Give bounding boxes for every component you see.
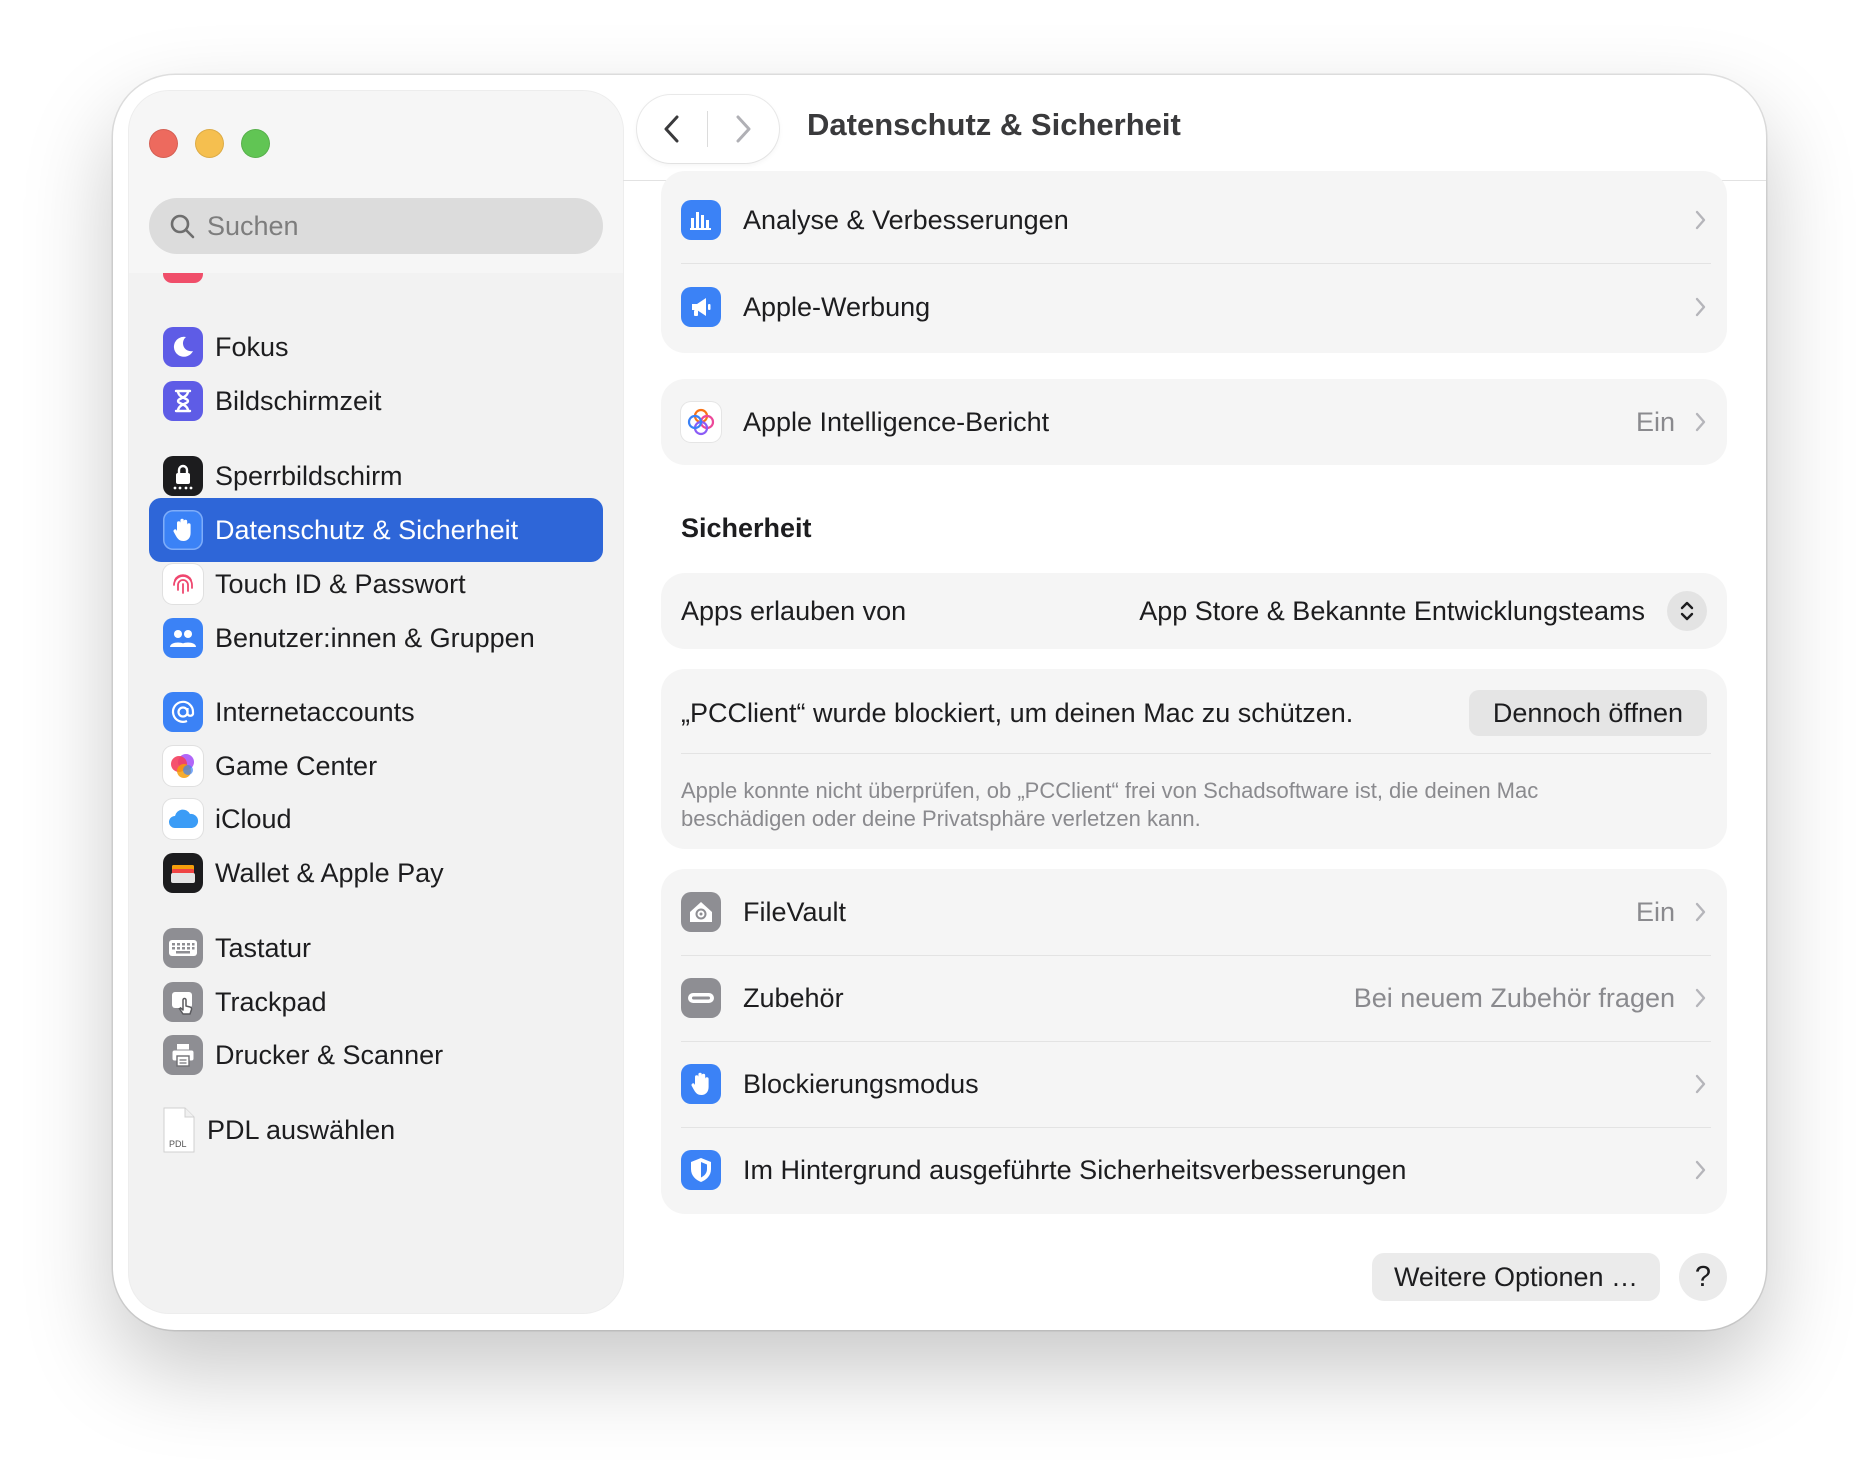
close-button[interactable] <box>149 129 178 158</box>
document-icon: PDL <box>159 1106 199 1154</box>
privacy-card: Analyse & Verbesserungen Apple-Werbung <box>661 171 1727 353</box>
more-options-button[interactable]: Weitere Optionen … <box>1372 1253 1660 1301</box>
chevron-right-icon <box>1695 1074 1706 1094</box>
sidebar-item-wallet[interactable]: Wallet & Apple Pay <box>149 841 603 905</box>
row-intelligence-report[interactable]: Apple Intelligence-Bericht Ein <box>661 379 1727 465</box>
sidebar-item-pdl[interactable]: PDL PDL auswählen <box>149 1098 603 1162</box>
chevron-up-down-icon <box>1680 601 1694 621</box>
moon-icon <box>163 327 203 367</box>
row-label: Apps erlauben von <box>681 595 907 626</box>
chevron-right-icon <box>736 115 751 143</box>
page-title: Datenschutz & Sicherheit <box>807 107 1181 142</box>
sidebar-item-label: Benutzer:innen & Gruppen <box>215 622 535 653</box>
search-field[interactable] <box>149 198 603 254</box>
row-blocked-app: „PCClient“ wurde blockiert, um deinen Ma… <box>661 671 1727 755</box>
row-apple-ads[interactable]: Apple-Werbung <box>661 264 1727 350</box>
row-value: Ein <box>1635 406 1675 437</box>
apps-allowed-value[interactable]: App Store & Bekannte Entwicklungsteams <box>1139 596 1645 627</box>
chevron-right-icon <box>1695 1160 1706 1180</box>
row-background-security[interactable]: Im Hintergrund ausgeführte Sicherheitsve… <box>661 1127 1727 1213</box>
open-anyway-button[interactable]: Dennoch öffnen <box>1468 690 1707 736</box>
apps-allowed-popup[interactable] <box>1667 591 1707 631</box>
sidebar-item-label: Tastatur <box>215 932 312 963</box>
row-apps-allowed: Apps erlauben von App Store & Bekannte E… <box>661 573 1727 649</box>
navigation-buttons <box>637 95 779 163</box>
sidebar-header <box>129 91 623 273</box>
sidebar-item-label: Internetaccounts <box>215 696 415 727</box>
intelligence-card: Apple Intelligence-Bericht Ein <box>661 379 1727 465</box>
apple-intelligence-icon <box>681 402 721 442</box>
sidebar: Fokus Bildschirmzeit <box>129 91 623 1313</box>
sidebar-item-label: Bildschirmzeit <box>215 385 382 416</box>
chart-icon <box>681 200 721 240</box>
sidebar-item-label: Trackpad <box>215 986 327 1017</box>
row-accessories[interactable]: Zubehör Bei neuem Zubehör fragen <box>661 955 1727 1041</box>
blocked-message: „PCClient“ wurde blockiert, um deinen Ma… <box>681 697 1354 728</box>
row-label: Blockierungsmodus <box>743 1068 979 1099</box>
chevron-left-icon <box>664 115 679 143</box>
fingerprint-icon <box>163 564 203 604</box>
sidebar-item-label: PDL auswählen <box>207 1114 396 1145</box>
shield-icon <box>681 1150 721 1190</box>
sidebar-item-benutzer[interactable]: Benutzer:innen & Gruppen <box>149 606 603 670</box>
chevron-right-icon <box>1695 210 1706 230</box>
megaphone-icon <box>681 287 721 327</box>
row-value: Bei neuem Zubehör fragen <box>1353 982 1675 1013</box>
chevron-right-icon <box>1695 297 1706 317</box>
usb-connector-icon <box>681 978 721 1018</box>
row-label: FileVault <box>743 896 847 927</box>
hand-icon <box>681 1064 721 1104</box>
help-button[interactable]: ? <box>1679 1253 1727 1301</box>
hand-icon <box>163 510 203 550</box>
row-label: Zubehör <box>743 982 844 1013</box>
users-icon <box>163 618 203 658</box>
settings-window: Fokus Bildschirmzeit <box>113 75 1766 1330</box>
sidebar-item-label: Game Center <box>215 750 378 781</box>
section-title-security: Sicherheit <box>681 513 812 543</box>
lock-icon <box>163 456 203 496</box>
blocked-note: Apple konnte nicht überprüfen, ob „PCCli… <box>681 778 1539 831</box>
sidebar-item-label: Wallet & Apple Pay <box>215 857 444 888</box>
row-filevault[interactable]: FileVault Ein <box>661 869 1727 955</box>
row-lockdown-mode[interactable]: Blockierungsmodus <box>661 1041 1727 1127</box>
minimize-button[interactable] <box>195 129 224 158</box>
hourglass-icon <box>163 381 203 421</box>
row-value: Ein <box>1635 896 1675 927</box>
row-label: Apple-Werbung <box>743 291 931 322</box>
search-input[interactable] <box>207 210 587 242</box>
row-label: Im Hintergrund ausgeführte Sicherheitsve… <box>743 1154 1407 1185</box>
apps-allow-card: Apps erlauben von App Store & Bekannte E… <box>661 573 1727 649</box>
zoom-button[interactable] <box>241 129 270 158</box>
sidebar-item-label: Datenschutz & Sicherheit <box>215 514 519 545</box>
chevron-right-icon <box>1695 412 1706 432</box>
back-button[interactable] <box>637 95 707 163</box>
game-center-icon <box>163 746 203 786</box>
forward-button[interactable] <box>708 95 778 163</box>
row-label: Apple Intelligence-Bericht <box>743 406 1050 437</box>
cloud-icon <box>163 799 203 839</box>
filevault-house-icon <box>681 892 721 932</box>
security-options-card: FileVault Ein Zubehör Bei neuem Zubehör … <box>661 869 1727 1214</box>
chevron-right-icon <box>1695 902 1706 922</box>
search-icon <box>170 214 195 239</box>
row-divider <box>681 753 1711 754</box>
sidebar-item-drucker[interactable]: Drucker & Scanner <box>149 1023 603 1087</box>
sidebar-item-label: Drucker & Scanner <box>215 1039 444 1070</box>
sidebar-item-label: Fokus <box>215 331 289 362</box>
printer-icon <box>163 1035 203 1075</box>
svg-text:PDL: PDL <box>169 1139 187 1149</box>
wallet-icon <box>163 853 203 893</box>
sidebar-item-label: Sperrbildschirm <box>215 460 403 491</box>
row-analytics[interactable]: Analyse & Verbesserungen <box>661 177 1727 263</box>
blocked-app-card: „PCClient“ wurde blockiert, um deinen Ma… <box>661 669 1727 849</box>
trackpad-icon <box>163 982 203 1022</box>
at-icon <box>163 692 203 732</box>
sidebar-item-label: Touch ID & Passwort <box>215 568 466 599</box>
sidebar-item-bildschirmzeit[interactable]: Bildschirmzeit <box>149 369 603 433</box>
sidebar-item-label: iCloud <box>215 803 292 834</box>
chevron-right-icon <box>1695 988 1706 1008</box>
row-label: Analyse & Verbesserungen <box>743 204 1069 235</box>
keyboard-icon <box>163 928 203 968</box>
